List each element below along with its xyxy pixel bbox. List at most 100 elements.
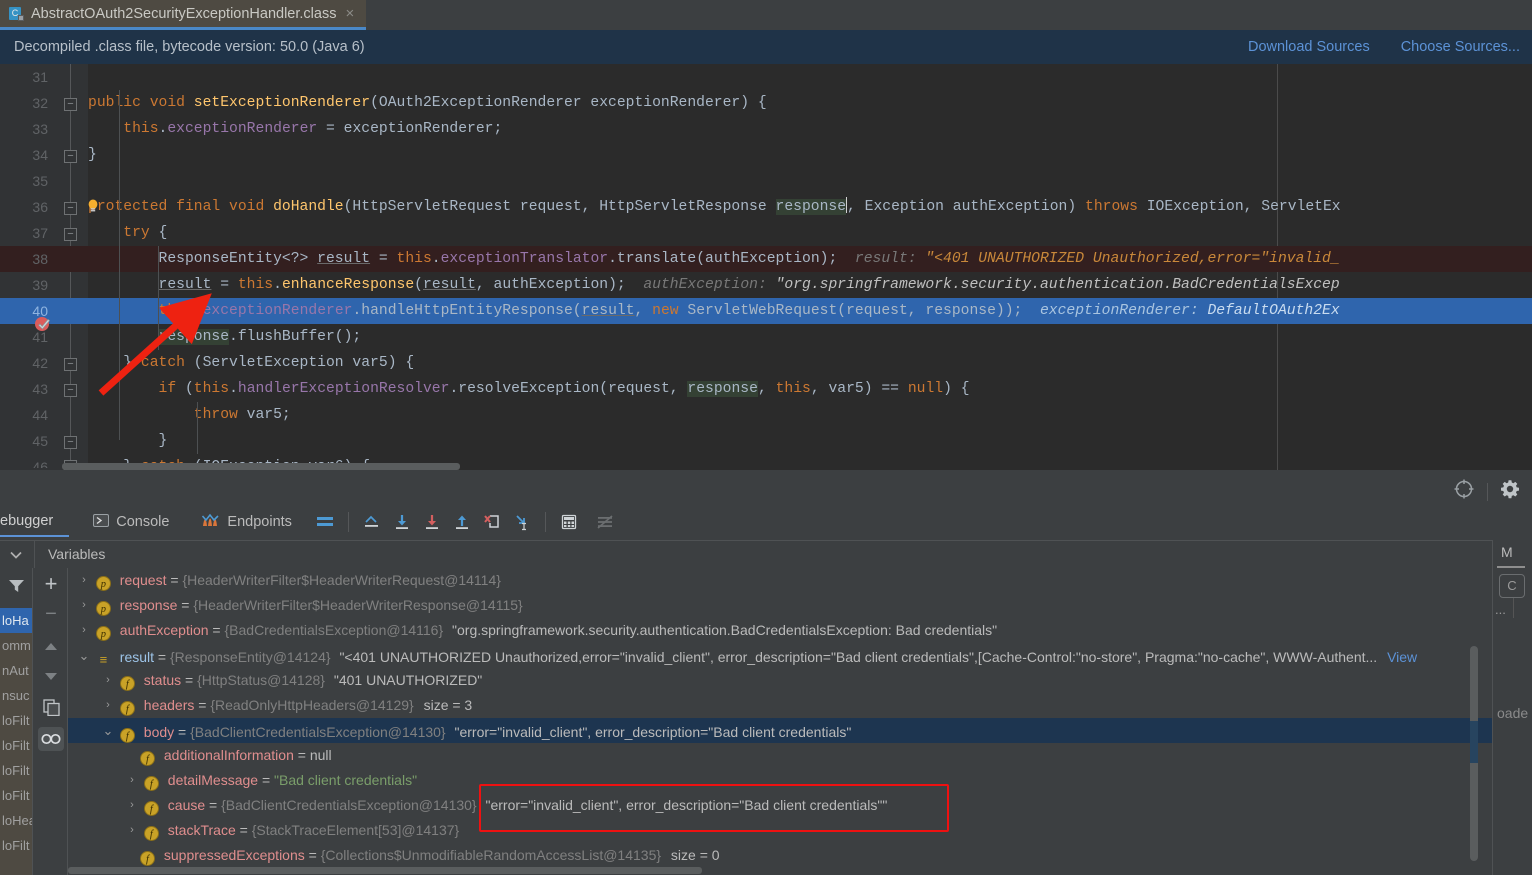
list-badge-icon: ≡ bbox=[99, 652, 108, 667]
step-out-icon[interactable] bbox=[451, 511, 473, 533]
variable-row-headers[interactable]: › f headers = {ReadOnlyHttpHeaders@14129… bbox=[68, 693, 1492, 718]
frame-row[interactable]: nsuc bbox=[0, 683, 32, 708]
code-line-45[interactable]: 45 } bbox=[0, 428, 1532, 454]
expand-chevron-icon[interactable]: › bbox=[124, 793, 140, 818]
code-line-40[interactable]: 40 this.exceptionRenderer.handleHttpEnti… bbox=[0, 298, 1532, 324]
variable-type: {BadClientCredentialsException@14130} bbox=[190, 724, 446, 740]
run-to-cursor-icon[interactable] bbox=[511, 511, 533, 533]
line-number: 35 bbox=[32, 173, 48, 189]
variables-vertical-scrollbar[interactable] bbox=[1470, 646, 1478, 861]
collapse-chevron-icon[interactable]: ⌄ bbox=[76, 643, 92, 668]
move-up-button[interactable] bbox=[33, 630, 69, 661]
frame-row[interactable]: loHa bbox=[0, 608, 32, 633]
tab-console[interactable]: Console bbox=[69, 507, 183, 537]
variable-row-detailmessage[interactable]: › f detailMessage = "Bad client credenti… bbox=[68, 768, 1492, 793]
fold-marker-34[interactable]: − bbox=[64, 150, 77, 163]
close-icon[interactable]: × bbox=[343, 6, 354, 21]
choose-sources-link[interactable]: Choose Sources... bbox=[1401, 39, 1520, 55]
code-line-41[interactable]: 41 response.flushBuffer(); bbox=[0, 324, 1532, 350]
expand-chevron-icon[interactable]: › bbox=[76, 618, 92, 643]
frame-row[interactable]: omm bbox=[0, 633, 32, 658]
code-line-36[interactable]: 36 protected final void doHandle(HttpSer… bbox=[0, 194, 1532, 220]
variable-row-suppressedexceptions[interactable]: f suppressedExceptions = {Collections$Un… bbox=[68, 843, 1492, 868]
editor-code-lines: 31 32 public void setExceptionRenderer(O… bbox=[0, 64, 1532, 468]
code-editor[interactable]: 31 32 public void setExceptionRenderer(O… bbox=[0, 64, 1532, 470]
expand-chevron-icon[interactable]: › bbox=[100, 693, 116, 718]
variable-value: "error="invalid_client", error_descripti… bbox=[454, 724, 852, 740]
fold-marker-45[interactable]: − bbox=[64, 436, 77, 449]
fold-marker-43[interactable]: − bbox=[64, 384, 77, 397]
show-execution-point-icon[interactable] bbox=[361, 511, 383, 533]
tab-endpoints[interactable]: Endpoints bbox=[183, 507, 306, 537]
frame-row[interactable]: nAut bbox=[0, 658, 32, 683]
frame-row[interactable]: loFilt bbox=[0, 758, 32, 783]
variable-row-response[interactable]: › p response = {HeaderWriterFilter$Heade… bbox=[68, 593, 1492, 618]
expand-chevron-icon[interactable]: › bbox=[100, 668, 116, 693]
editor-horizontal-scrollbar[interactable] bbox=[62, 463, 460, 470]
variable-row-body[interactable]: ⌄ f body = {BadClientCredentialsExceptio… bbox=[68, 718, 1492, 743]
fold-marker-42[interactable]: − bbox=[64, 358, 77, 371]
expand-chevron-icon[interactable]: › bbox=[124, 768, 140, 793]
layout-settings-icon[interactable] bbox=[314, 511, 336, 533]
move-down-button[interactable] bbox=[33, 661, 69, 692]
mute-breakpoints-icon[interactable] bbox=[594, 511, 616, 533]
code-line-33[interactable]: 33 this.exceptionRenderer = exceptionRen… bbox=[0, 116, 1532, 142]
variable-row-request[interactable]: › p request = {HeaderWriterFilter$Header… bbox=[68, 568, 1492, 593]
gear-icon[interactable] bbox=[1500, 479, 1520, 504]
variable-row-cause[interactable]: › f cause = {BadClientCredentialsExcepti… bbox=[68, 793, 1492, 818]
code-line-44[interactable]: 44 throw var5; bbox=[0, 402, 1532, 428]
step-over-icon[interactable] bbox=[391, 511, 413, 533]
step-into-icon[interactable] bbox=[421, 511, 443, 533]
variables-tree[interactable]: › p request = {HeaderWriterFilter$Header… bbox=[68, 568, 1492, 875]
watch-class-icon[interactable]: C bbox=[1499, 574, 1525, 598]
frame-row[interactable]: loFilt bbox=[0, 783, 32, 808]
variable-row-result[interactable]: ⌄ ≡ result = {ResponseEntity@14124} "<40… bbox=[68, 643, 1492, 668]
frame-row[interactable]: loHea bbox=[0, 808, 32, 833]
fold-marker-32[interactable]: − bbox=[64, 98, 77, 111]
intention-bulb-icon[interactable] bbox=[86, 199, 100, 213]
overflow-menu-icon[interactable]: ... bbox=[1495, 602, 1506, 617]
view-value-link[interactable]: View bbox=[1387, 649, 1417, 665]
variable-row-authexception[interactable]: › p authException = {BadCredentialsExcep… bbox=[68, 618, 1492, 643]
variable-row-additionalinformation[interactable]: f additionalInformation = null bbox=[68, 743, 1492, 768]
expand-chevron-icon[interactable]: › bbox=[76, 593, 92, 618]
frame-row[interactable]: loFilt bbox=[0, 708, 32, 733]
variables-horizontal-scrollbar[interactable] bbox=[68, 867, 702, 874]
watches-tab-label[interactable]: M bbox=[1501, 544, 1513, 560]
code-line-38[interactable]: 38 ResponseEntity<?> result = this.excep… bbox=[0, 246, 1532, 272]
glasses-icon[interactable] bbox=[33, 723, 69, 754]
expand-chevron-icon[interactable]: › bbox=[76, 568, 92, 593]
code-line-43[interactable]: 43 if (this.handlerExceptionResolver.res… bbox=[0, 376, 1532, 402]
code-line-37[interactable]: 37 try { bbox=[0, 220, 1532, 246]
variable-row-status[interactable]: › f status = {HttpStatus@14128} "401 UNA… bbox=[68, 668, 1492, 693]
variable-row-stacktrace[interactable]: › f stackTrace = {StackTraceElement[53]@… bbox=[68, 818, 1492, 843]
download-sources-link[interactable]: Download Sources bbox=[1248, 39, 1370, 55]
collapse-chevron-icon[interactable]: ⌄ bbox=[100, 718, 116, 743]
code-line-35[interactable]: 35 bbox=[0, 168, 1532, 194]
crosshair-icon[interactable] bbox=[1453, 478, 1475, 505]
watches-panel[interactable]: M C ... oade bbox=[1492, 540, 1532, 875]
fold-marker-36[interactable]: − bbox=[64, 202, 77, 215]
breakpoint-icon[interactable] bbox=[34, 314, 52, 332]
expand-chevron-icon[interactable]: › bbox=[124, 818, 140, 843]
ide-window: C AbstractOAuth2SecurityExceptionHandler… bbox=[0, 0, 1532, 875]
drop-frame-icon[interactable] bbox=[481, 511, 503, 533]
frame-row[interactable]: loFilt bbox=[0, 733, 32, 758]
code-line-32[interactable]: 32 public void setExceptionRenderer(OAut… bbox=[0, 90, 1532, 116]
code-line-31[interactable]: 31 bbox=[0, 64, 1532, 90]
frame-row[interactable]: loFilt bbox=[0, 833, 32, 858]
remove-watch-button[interactable]: − bbox=[33, 599, 69, 630]
code-line-42[interactable]: 42 } catch (ServletException var5) { bbox=[0, 350, 1532, 376]
code-line-39[interactable]: 39 result = this.enhanceResponse(result,… bbox=[0, 272, 1532, 298]
frames-list[interactable]: loHa omm nAut nsuc loFilt loFilt loFilt … bbox=[0, 608, 32, 875]
editor-tab-class-file[interactable]: C AbstractOAuth2SecurityExceptionHandler… bbox=[0, 0, 366, 30]
add-watch-button[interactable]: + bbox=[33, 568, 69, 599]
filter-icon[interactable] bbox=[8, 578, 25, 598]
tab-debugger[interactable]: ebugger bbox=[0, 507, 70, 537]
chevron-down-icon[interactable] bbox=[6, 545, 26, 565]
code-line-34[interactable]: 34 } bbox=[0, 142, 1532, 168]
evaluate-expression-icon[interactable] bbox=[558, 511, 580, 533]
copy-icon[interactable] bbox=[33, 692, 69, 723]
debug-toolbar: ebugger Console Endpoints bbox=[0, 507, 1532, 537]
fold-marker-37[interactable]: − bbox=[64, 228, 77, 241]
